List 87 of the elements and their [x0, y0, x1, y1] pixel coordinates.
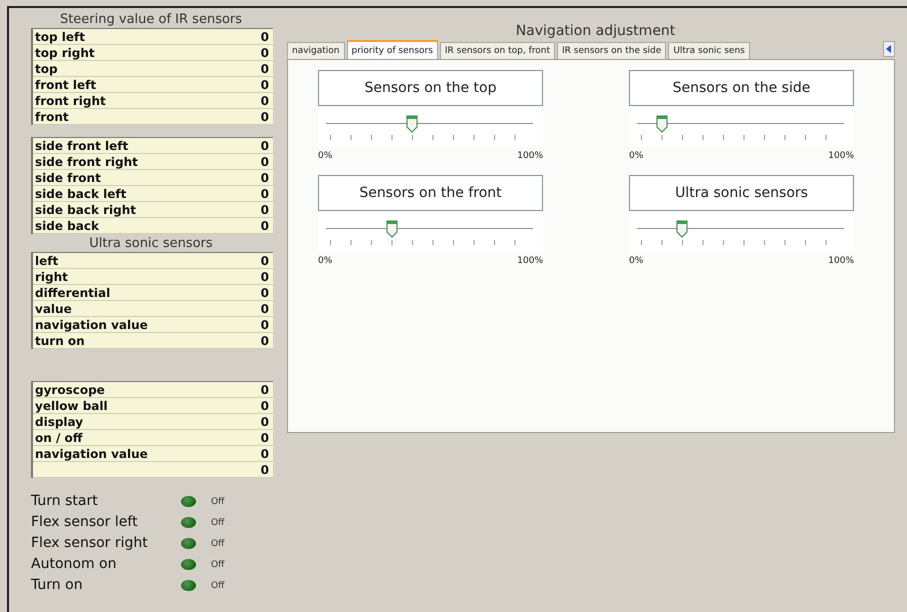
row-label: left: [35, 254, 58, 268]
scale-min-label: 0%: [318, 256, 332, 266]
row-label: display: [35, 414, 84, 428]
indicator-label: Autonom on: [31, 555, 118, 574]
scale-min-label: 0%: [629, 151, 644, 161]
row-value: 0: [260, 46, 269, 60]
row-label: top right: [35, 46, 95, 60]
slider-thumb[interactable]: [676, 220, 688, 238]
row-value: 0: [260, 334, 269, 348]
row-label: gyroscope: [35, 382, 105, 396]
slider-thumb[interactable]: [656, 115, 668, 133]
indicator-state: Off: [211, 538, 226, 548]
row-label: navigation value: [35, 318, 148, 332]
row-label: top: [35, 62, 58, 76]
row-label: side back left: [35, 186, 126, 200]
indicator-state: Off: [211, 580, 226, 590]
row-label: yellow ball: [35, 398, 108, 412]
slider[interactable]: [318, 109, 543, 147]
slider-caption: Sensors on the front: [318, 175, 543, 211]
row-label: front: [35, 110, 69, 124]
row-label: turn on: [35, 334, 85, 348]
row-value: 0: [260, 138, 269, 152]
tab[interactable]: IR sensors on the side: [557, 42, 666, 59]
row-value: 0: [260, 94, 269, 108]
row-label: value: [35, 302, 72, 316]
row-label: side front right: [35, 154, 138, 168]
indicator-label: Turn start: [31, 492, 99, 511]
row-value: 0: [260, 286, 269, 300]
row-label: side back: [35, 218, 99, 232]
row-value: 0: [260, 382, 269, 396]
scale-max-label: 100%: [517, 256, 543, 266]
indicator-state: Off: [211, 496, 226, 506]
row-label: front left: [35, 78, 96, 92]
row-value: 0: [260, 302, 269, 316]
slider-thumb[interactable]: [406, 115, 418, 133]
slider[interactable]: [318, 214, 543, 252]
indicator-state: Off: [211, 560, 226, 570]
row-value: 0: [260, 218, 269, 232]
scale-min-label: 0%: [629, 256, 644, 266]
slider-thumb[interactable]: [386, 220, 398, 238]
row-label: side back right: [35, 202, 136, 216]
slider[interactable]: [629, 214, 854, 252]
row-value: 0: [260, 78, 269, 92]
arrow-left-icon: [886, 45, 892, 53]
row-value: 0: [260, 318, 269, 332]
slider-caption: Sensors on the top: [318, 70, 543, 106]
row-label: side front left: [35, 138, 128, 152]
panel-title: Ultra sonic sensors: [88, 236, 214, 252]
indicator-label: Flex sensor left: [31, 513, 139, 532]
row-value: 0: [260, 414, 269, 428]
tab[interactable]: Ultra sonic sens: [668, 42, 750, 59]
slider-caption: Ultra sonic sensors: [629, 175, 854, 211]
row-value: 0: [260, 154, 269, 168]
row-value: 0: [260, 446, 269, 460]
row-label: right: [35, 270, 68, 284]
row-value: 0: [260, 62, 269, 76]
row-value: 0: [260, 110, 269, 124]
indicator-state: Off: [211, 518, 226, 528]
row-value: 0: [260, 254, 269, 268]
row-value: 0: [260, 430, 269, 444]
scale-max-label: 100%: [828, 256, 854, 266]
row-value: 0: [260, 462, 269, 476]
row-value: 0: [260, 270, 269, 284]
indicator-label: Turn on: [31, 576, 84, 595]
slider-caption: Sensors on the side: [629, 70, 854, 106]
slider[interactable]: [629, 109, 854, 147]
row-value: 0: [260, 30, 269, 44]
panel-title: Steering value of IR sensors: [58, 12, 244, 28]
row-label: side front: [35, 170, 101, 184]
indicator-label: Flex sensor right: [31, 534, 149, 553]
row-label: navigation value: [35, 446, 148, 460]
row-value: 0: [260, 170, 269, 184]
row-label: differential: [35, 286, 110, 300]
scroll-left-button[interactable]: [883, 41, 895, 57]
row-label: front right: [35, 94, 106, 108]
row-label: on / off: [35, 430, 82, 444]
scale-max-label: 100%: [828, 151, 854, 161]
tab[interactable]: IR sensors on top, front: [440, 42, 556, 59]
scale-max-label: 100%: [517, 151, 543, 161]
tab[interactable]: priority of sensors: [346, 40, 438, 59]
tab[interactable]: navigation: [287, 42, 345, 59]
scale-min-label: 0%: [318, 151, 332, 161]
row-value: 0: [260, 186, 269, 200]
row-label: top left: [35, 30, 85, 44]
panel-title: Navigation adjustment: [514, 22, 676, 40]
row-value: 0: [260, 202, 269, 216]
row-value: 0: [260, 398, 269, 412]
